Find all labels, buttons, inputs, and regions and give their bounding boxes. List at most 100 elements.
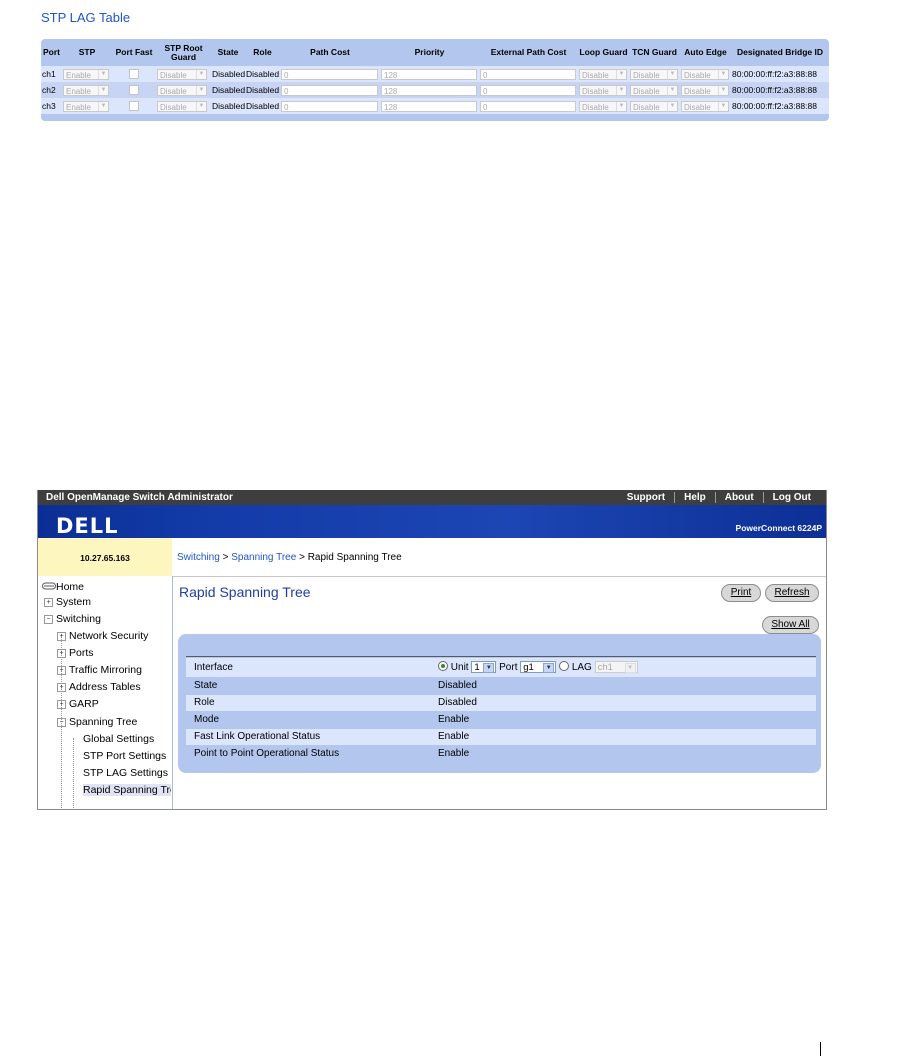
unit-radio[interactable] (438, 661, 448, 671)
priority-input[interactable]: 128 (381, 84, 477, 96)
tcn-guard-select[interactable]: Disable ▼ (630, 68, 678, 80)
refresh-button[interactable]: Refresh (765, 584, 819, 602)
sidebar-item-traffic-mirroring[interactable]: + Traffic Mirroring (57, 664, 142, 676)
sidebar-item-switching[interactable]: − Switching (44, 613, 101, 625)
field-row: Mode Enable (186, 712, 816, 728)
port-fast-checkbox[interactable] (129, 101, 139, 112)
rstp-field-list: Interface Unit 1 ▼ Port g1 ▼ LAG ch1 ▼ Stat… (186, 656, 816, 759)
lag-radio[interactable] (559, 661, 570, 671)
loop-guard-select[interactable]: Disable ▼ (579, 100, 627, 112)
unit-label: Unit (450, 662, 469, 673)
port-cell: ch2 (41, 82, 62, 98)
sidebar-item-stp-lag-settings[interactable]: STP LAG Settings (83, 767, 168, 779)
col-header: External Path Cost (490, 47, 567, 57)
stp-lag-table: Port STP Port Fast STP Root Guard State … (41, 39, 829, 114)
table-row: ch3 Enable ▼ Disable ▼ Disabled Disabled 0… (41, 98, 829, 114)
page-margin-marker (820, 1042, 821, 1056)
ext-path-cost-input[interactable]: 0 (480, 68, 576, 80)
sidebar: Home + System − Switching + Network Securit… (38, 576, 173, 809)
sidebar-item-network-security[interactable]: + Network Security (57, 630, 148, 642)
sidebar-item-address-tables[interactable]: + Address Tables (57, 681, 141, 693)
bridge-id-cell: 80:00:00:ff:f2:a3:88:88 (731, 82, 829, 98)
device-ip: 10.27.65.163 (38, 538, 173, 577)
lag-table-title: STP LAG Table (41, 10, 131, 25)
root-guard-select[interactable]: Disable ▼ (157, 100, 207, 112)
state-cell: Disabled (211, 98, 245, 114)
show-all-button[interactable]: Show All (762, 616, 819, 634)
col-header: Port Fast (115, 47, 153, 57)
main-content: Rapid Spanning Tree Print Refresh Show A… (173, 576, 826, 809)
device-model: PowerConnect 6224P (735, 523, 822, 533)
sidebar-item-home[interactable]: Home (42, 581, 84, 593)
root-guard-select[interactable]: Disable ▼ (157, 84, 207, 96)
port-select[interactable]: g1 ▼ (520, 661, 557, 674)
help-link[interactable]: Help (674, 492, 715, 503)
app-title: Dell OpenManage Switch Administrator (46, 492, 233, 503)
sidebar-item-stp-port-settings[interactable]: STP Port Settings (83, 750, 166, 762)
loop-guard-select[interactable]: Disable ▼ (579, 68, 627, 80)
top-nav: Support Help About Log Out (618, 492, 820, 503)
unit-select[interactable]: 1 ▼ (471, 661, 497, 674)
print-button[interactable]: Print (721, 584, 761, 602)
stp-select[interactable]: Enable ▼ (63, 100, 109, 112)
col-header: Auto Edge (684, 47, 727, 57)
breadcrumb-switching[interactable]: Switching (177, 552, 220, 563)
stp-select[interactable]: Enable ▼ (63, 84, 109, 96)
state-cell: Disabled (211, 66, 245, 82)
tcn-guard-select[interactable]: Disable ▼ (630, 84, 678, 96)
port-label: Port (499, 662, 518, 673)
path-cost-input[interactable]: 0 (281, 100, 378, 112)
about-link[interactable]: About (714, 492, 763, 503)
path-cost-input[interactable]: 0 (281, 68, 378, 80)
col-header: Port (43, 47, 60, 57)
sidebar-item-rapid-spanning-tree[interactable]: Rapid Spanning Tree (83, 784, 171, 796)
priority-input[interactable]: 128 (381, 68, 477, 80)
page-title: Rapid Spanning Tree (179, 584, 311, 600)
field-row: Role Disabled (186, 695, 816, 711)
expand-icon: + (57, 683, 66, 692)
auto-edge-select[interactable]: Disable ▼ (681, 84, 729, 96)
path-cost-input[interactable]: 0 (281, 84, 378, 96)
support-link[interactable]: Support (618, 492, 674, 503)
auto-edge-select[interactable]: Disable ▼ (681, 100, 729, 112)
col-header: STP Root Guard (164, 42, 203, 62)
sidebar-item-ports[interactable]: + Ports (57, 647, 94, 659)
table-row: ch1 Enable ▼ Disable ▼ Disabled Disabled 0… (41, 66, 829, 82)
field-label: Mode (194, 714, 220, 725)
field-row: Fast Link Operational Status Enable (186, 729, 816, 745)
field-value: Disabled (438, 680, 477, 691)
ext-path-cost-input[interactable]: 0 (480, 100, 576, 112)
role-cell: Disabled (245, 98, 280, 114)
home-icon (42, 582, 56, 590)
lag-select[interactable]: ch1 ▼ (594, 661, 638, 674)
port-fast-checkbox[interactable] (129, 69, 139, 80)
stp-select[interactable]: Enable ▼ (63, 68, 109, 80)
switch-admin-window: Dell OpenManage Switch Administrator Sup… (37, 490, 827, 810)
col-header: Path Cost (310, 47, 350, 57)
breadcrumb-separator: > (299, 552, 305, 563)
port-cell: ch1 (41, 66, 62, 82)
auto-edge-select[interactable]: Disable ▼ (681, 68, 729, 80)
col-header: TCN Guard (632, 47, 677, 57)
root-guard-select[interactable]: Disable ▼ (157, 68, 207, 80)
loop-guard-select[interactable]: Disable ▼ (579, 84, 627, 96)
dell-logo: DELL (56, 514, 119, 538)
logout-link[interactable]: Log Out (762, 492, 820, 503)
sidebar-item-global-settings[interactable]: Global Settings (83, 733, 154, 745)
ext-path-cost-input[interactable]: 0 (480, 84, 576, 96)
tcn-guard-select[interactable]: Disable ▼ (630, 100, 678, 112)
breadcrumb-spanning-tree[interactable]: Spanning Tree (231, 552, 296, 563)
field-label: Fast Link Operational Status (194, 731, 321, 742)
sidebar-item-spanning-tree[interactable]: − Spanning Tree (57, 716, 137, 728)
port-fast-checkbox[interactable] (129, 85, 139, 96)
col-header: STP (78, 47, 96, 57)
col-header: State (217, 47, 239, 57)
collapse-icon: − (44, 615, 53, 624)
expand-icon: + (57, 700, 66, 709)
field-label: State (194, 680, 218, 691)
col-header: Role (253, 47, 272, 57)
sidebar-item-system[interactable]: + System (44, 596, 91, 608)
priority-input[interactable]: 128 (381, 100, 477, 112)
sidebar-item-garp[interactable]: + GARP (57, 698, 99, 710)
field-label: Point to Point Operational Status (194, 748, 340, 759)
